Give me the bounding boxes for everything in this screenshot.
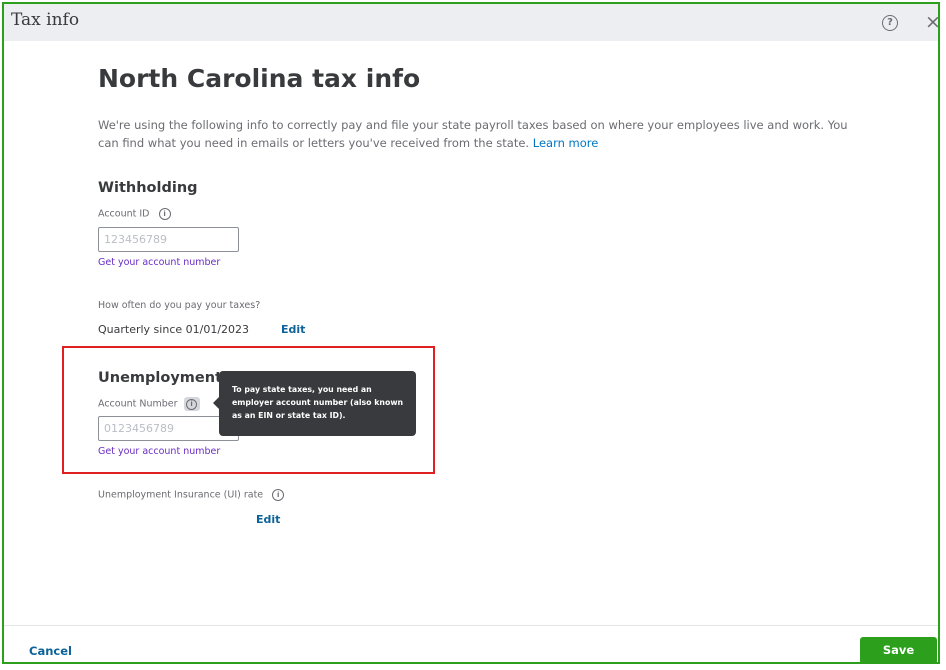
- learn-more-link[interactable]: Learn more: [533, 136, 599, 150]
- footer-divider: [4, 625, 938, 626]
- pay-frequency-edit-link[interactable]: Edit: [281, 323, 305, 336]
- dialog-titlebar: Tax info ? ×: [4, 4, 941, 41]
- dialog-title: Tax info: [11, 10, 80, 30]
- account-id-input[interactable]: [98, 227, 239, 252]
- account-id-label-row: Account ID i: [98, 208, 171, 220]
- save-button[interactable]: Save: [860, 637, 937, 664]
- cancel-button[interactable]: Cancel: [29, 644, 72, 658]
- close-icon[interactable]: ×: [925, 12, 941, 32]
- intro-text: We're using the following info to correc…: [98, 118, 848, 150]
- annotation-highlight-box: [62, 346, 435, 474]
- ui-rate-info-icon[interactable]: i: [272, 489, 285, 501]
- ui-rate-label: Unemployment Insurance (UI) rate: [98, 489, 264, 501]
- account-id-label: Account ID: [98, 208, 150, 220]
- pay-frequency-label: How often do you pay your taxes?: [98, 300, 261, 311]
- pay-frequency-value: Quarterly since 01/01/2023: [98, 323, 250, 336]
- ui-rate-label-row: Unemployment Insurance (UI) rate i: [98, 489, 285, 501]
- withholding-get-account-link[interactable]: Get your account number: [98, 257, 220, 268]
- withholding-heading: Withholding: [98, 180, 198, 196]
- intro-paragraph: We're using the following info to correc…: [98, 116, 848, 152]
- ui-rate-edit-link[interactable]: Edit: [256, 513, 280, 526]
- account-id-info-icon[interactable]: i: [158, 208, 171, 220]
- page-title: North Carolina tax info: [98, 64, 421, 93]
- help-icon[interactable]: ?: [882, 15, 898, 31]
